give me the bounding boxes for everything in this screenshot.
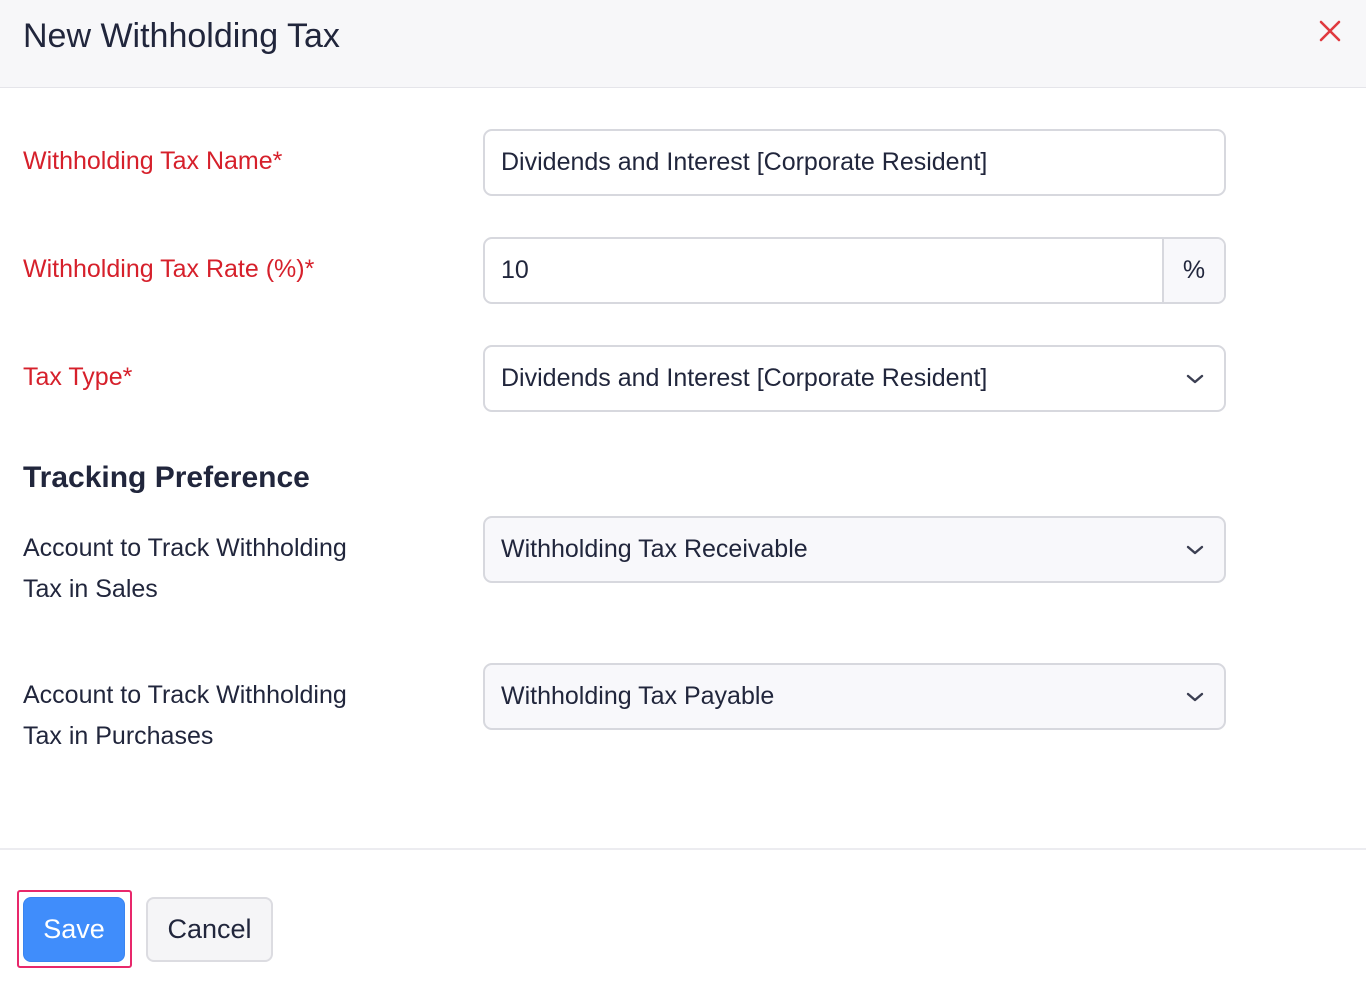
close-button[interactable] (1313, 14, 1347, 48)
tax-name-value: Dividends and Interest [Corporate Reside… (501, 148, 988, 176)
tax-rate-label: Withholding Tax Rate (%)* (23, 255, 315, 283)
percent-addon: % (1162, 239, 1224, 302)
chevron-down-icon (1182, 684, 1208, 710)
tax-type-label: Tax Type* (23, 363, 133, 391)
sales-account-value: Withholding Tax Receivable (501, 535, 808, 563)
new-withholding-tax-modal: New Withholding Tax Withholding Tax Name… (0, 0, 1366, 988)
modal-header: New Withholding Tax (0, 0, 1366, 88)
sales-account-label-line2: Tax in Sales (23, 575, 158, 603)
modal-title: New Withholding Tax (23, 17, 340, 55)
purchases-account-label-line1: Account to Track Withholding (23, 681, 347, 709)
tracking-preference-heading: Tracking Preference (23, 461, 310, 494)
purchases-account-label-line2: Tax in Purchases (23, 722, 214, 750)
tax-type-value: Dividends and Interest [Corporate Reside… (501, 364, 988, 392)
tax-name-input[interactable]: Dividends and Interest [Corporate Reside… (483, 129, 1226, 196)
purchases-account-value: Withholding Tax Payable (501, 682, 775, 710)
sales-account-select[interactable]: Withholding Tax Receivable (483, 516, 1226, 583)
cancel-button[interactable]: Cancel (146, 897, 273, 962)
sales-account-label-line1: Account to Track Withholding (23, 534, 347, 562)
save-button[interactable]: Save (23, 897, 125, 962)
tax-type-select[interactable]: Dividends and Interest [Corporate Reside… (483, 345, 1226, 412)
tax-rate-input[interactable]: 10 % (483, 237, 1226, 304)
tax-name-label: Withholding Tax Name* (23, 147, 283, 175)
chevron-down-icon (1182, 537, 1208, 563)
close-icon (1319, 20, 1341, 42)
chevron-down-icon (1182, 366, 1208, 392)
tax-rate-value: 10 (501, 256, 529, 284)
purchases-account-select[interactable]: Withholding Tax Payable (483, 663, 1226, 730)
